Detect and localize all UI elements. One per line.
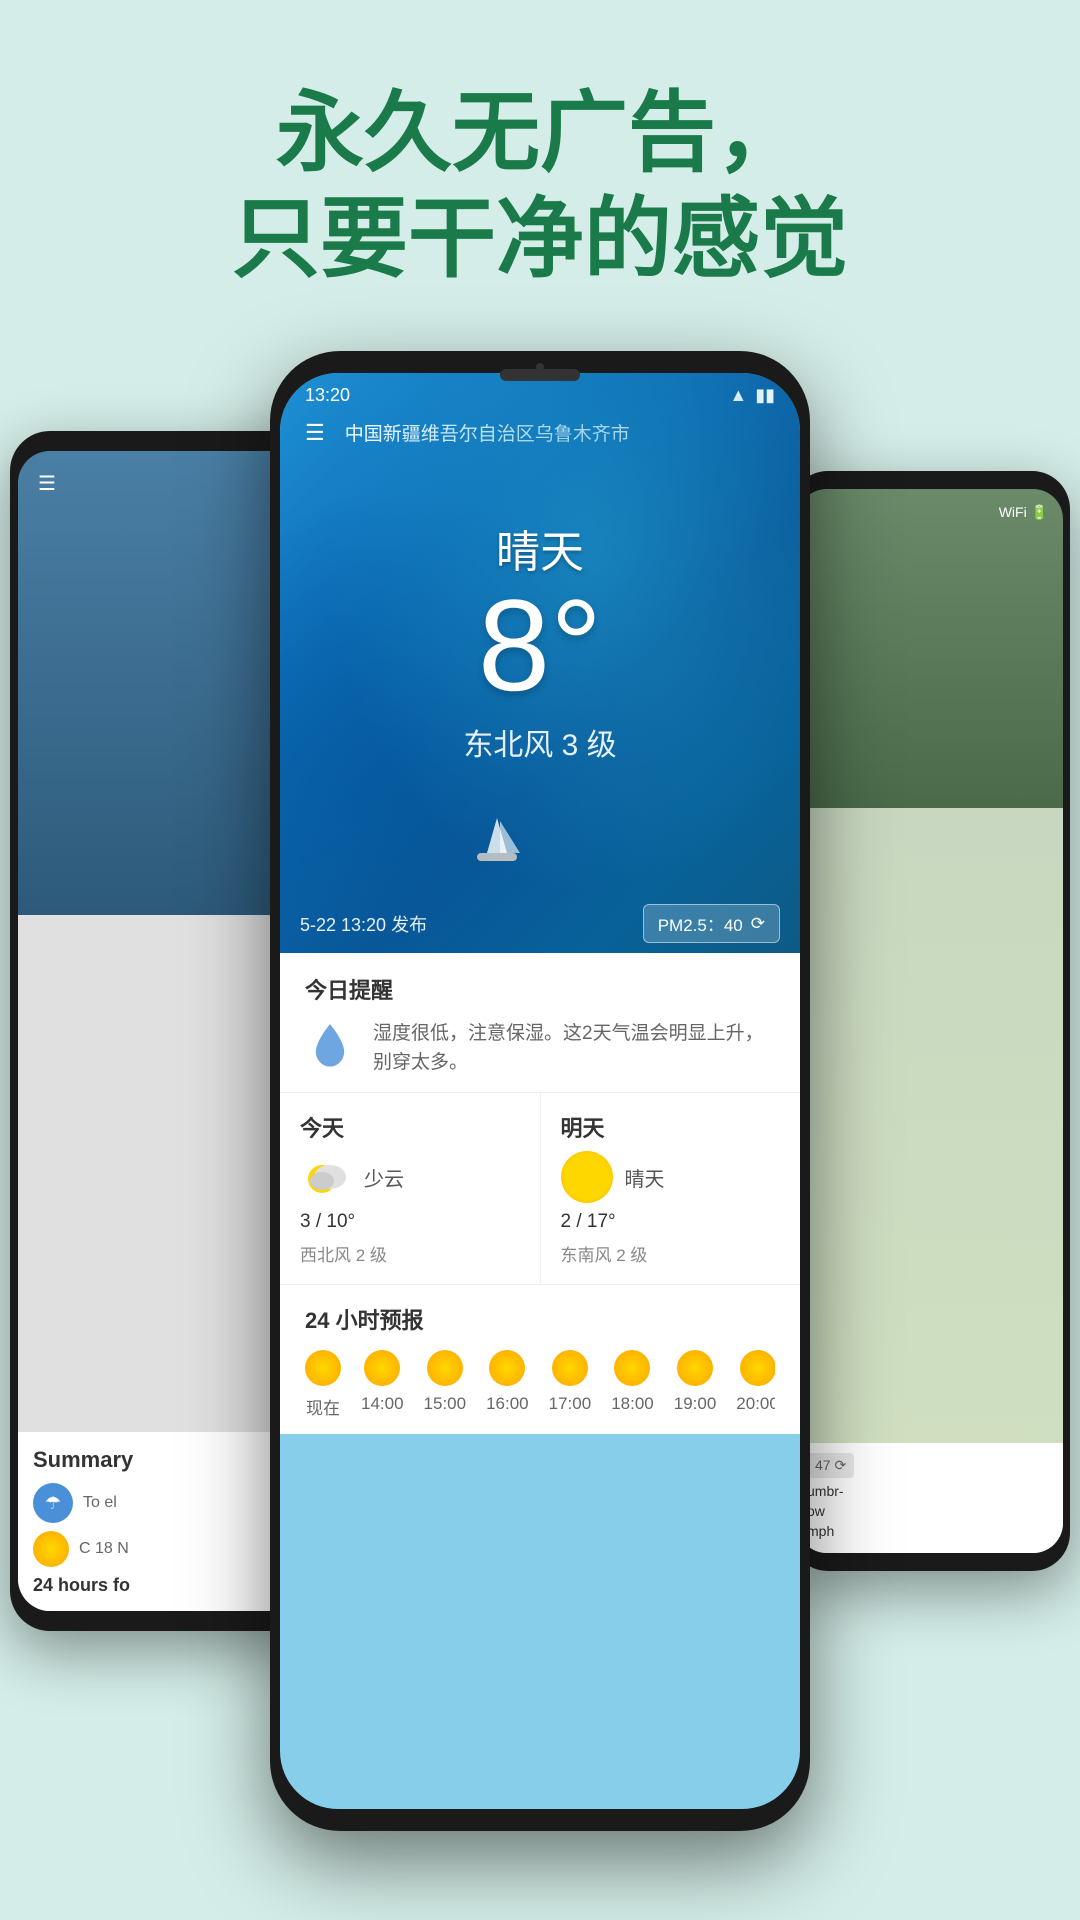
hour-sun-icon-14 [364, 1350, 400, 1386]
phones-container: ☰ Summary ☂ To el C 18 N 24 hours fo WiF… [0, 351, 1080, 1851]
tomorrow-condition: 晴天 [625, 1163, 665, 1192]
hour-item-20: 20:00 [736, 1350, 775, 1419]
weather-content: 晴天 8° 东北风 3 级 [280, 456, 800, 764]
hour-sun-icon [305, 1350, 341, 1386]
pm25-value: PM2.5：40 [658, 911, 743, 936]
left-phone: ☰ Summary ☂ To el C 18 N 24 hours fo [10, 431, 310, 1631]
24h-forecast: 24 小时预报 现在 14:00 15:00 [280, 1285, 800, 1434]
water-drop-icon [305, 1020, 355, 1070]
hour-item-16: 16:00 [486, 1350, 529, 1419]
24h-forecast-title: 24 小时预报 [305, 1303, 775, 1335]
content-area: 今日提醒 湿度很低，注意保湿。这2天气温会明显上升，别穿太多。 今天 [280, 953, 800, 1434]
tomorrow-temp: 2 / 17° [561, 1211, 781, 1233]
headline-line1: 永久无广告， [276, 83, 804, 182]
right-phone-text2: ow [807, 1503, 1053, 1519]
left-phone-item1-text: To el [83, 1494, 117, 1512]
hour-sun-icon-15 [427, 1350, 463, 1386]
hour-item-14: 14:00 [361, 1350, 404, 1419]
hour-label-14: 14:00 [361, 1394, 404, 1414]
hour-item-15: 15:00 [424, 1350, 467, 1419]
hour-sun-icon-20 [740, 1350, 775, 1386]
partly-cloudy-icon [300, 1151, 352, 1203]
publish-time: 5-22 13:20 发布 [300, 911, 427, 937]
hour-item-19: 19:00 [674, 1350, 717, 1419]
hour-label-20: 20:00 [736, 1394, 775, 1414]
tomorrow-forecast: 明天 晴天 2 / 17° 东南风 2 级 [541, 1093, 801, 1284]
sun-icon [561, 1151, 613, 1203]
left-phone-menu-icon: ☰ [38, 471, 56, 496]
refresh-icon[interactable]: ⟳ [751, 914, 765, 934]
right-phone-text3: mph [807, 1523, 1053, 1539]
headline-line2: 只要干净的感觉 [232, 189, 848, 288]
reminder-text: 湿度很低，注意保湿。这2天气温会明显上升，别穿太多。 [373, 1020, 775, 1077]
weather-section: 13:20 ▲ ▮▮ ☰ 中国新疆维吾尔自治区乌鲁木齐市 晴天 8° 东北风 3… [280, 373, 800, 953]
hour-sun-icon-17 [552, 1350, 588, 1386]
forecast-row: 今天 少云 3 / 10° 西北风 2 级 [280, 1093, 800, 1285]
sun-icon-small [33, 1531, 69, 1567]
reminder-content: 湿度很低，注意保湿。这2天气温会明显上升，别穿太多。 [305, 1020, 775, 1077]
right-phone-badge: 47 ⟳ [807, 1453, 854, 1478]
summary-label: Summary [33, 1447, 287, 1473]
today-forecast: 今天 少云 3 / 10° 西北风 2 级 [280, 1093, 541, 1284]
right-phone: WiFi 🔋 47 ⟳ umbr- ow mph [790, 471, 1070, 1571]
hour-label-15: 15:00 [424, 1394, 467, 1414]
left-phone-screen: ☰ Summary ☂ To el C 18 N 24 hours fo [18, 451, 302, 1611]
reminder-title: 今日提醒 [305, 973, 775, 1005]
right-phone-bottom: 47 ⟳ umbr- ow mph [797, 1443, 1063, 1553]
today-temp: 3 / 10° [300, 1211, 520, 1233]
weather-wind: 东北风 3 级 [280, 720, 800, 764]
weather-condition: 晴天 [280, 516, 800, 580]
hour-sun-icon-16 [489, 1350, 525, 1386]
today-label: 今天 [300, 1111, 520, 1143]
phone-camera [536, 363, 544, 371]
right-phone-wifi-icon: WiFi 🔋 [999, 504, 1048, 521]
boat-icon [462, 813, 542, 873]
left-phone-24h-label: 24 hours fo [33, 1575, 287, 1596]
today-condition: 少云 [364, 1163, 404, 1192]
hour-label-17: 17:00 [549, 1394, 592, 1414]
app-header: 永久无广告， 只要干净的感觉 [0, 0, 1080, 351]
tomorrow-wind: 东南风 2 级 [561, 1241, 781, 1266]
hour-item-17: 17:00 [549, 1350, 592, 1419]
right-phone-text1: umbr- [807, 1483, 1053, 1499]
hour-sun-icon-18 [614, 1350, 650, 1386]
tomorrow-icon-wrap: 晴天 [561, 1151, 781, 1203]
hour-label-18: 18:00 [611, 1394, 654, 1414]
left-phone-item2-text: C 18 N [79, 1540, 129, 1558]
hour-sun-icon-19 [677, 1350, 713, 1386]
tomorrow-label: 明天 [561, 1111, 781, 1143]
today-icon-wrap: 少云 [300, 1151, 520, 1203]
hour-label-19: 19:00 [674, 1394, 717, 1414]
weather-temperature: 8° [280, 580, 800, 710]
hour-label-16: 16:00 [486, 1394, 529, 1414]
pm25-badge: PM2.5：40 ⟳ [643, 904, 780, 943]
umbrella-icon: ☂ [33, 1483, 73, 1523]
left-phone-item1: ☂ To el [33, 1483, 287, 1523]
center-phone: 13:20 ▲ ▮▮ ☰ 中国新疆维吾尔自治区乌鲁木齐市 晴天 8° 东北风 3… [270, 351, 810, 1831]
hours-row: 现在 14:00 15:00 16:00 [305, 1350, 775, 1419]
hour-item-now: 现在 [305, 1350, 341, 1419]
badge-value: 47 [815, 1457, 831, 1473]
hour-label-now: 现在 [306, 1394, 340, 1419]
today-reminder: 今日提醒 湿度很低，注意保湿。这2天气温会明显上升，别穿太多。 [280, 953, 800, 1093]
today-wind: 西北风 2 级 [300, 1241, 520, 1266]
right-phone-screen: WiFi 🔋 47 ⟳ umbr- ow mph [797, 489, 1063, 1553]
left-phone-bottom: Summary ☂ To el C 18 N 24 hours fo [18, 1432, 302, 1611]
headline-text: 永久无广告， 只要干净的感觉 [0, 80, 1080, 291]
left-phone-item2: C 18 N [33, 1531, 287, 1567]
center-phone-screen: 13:20 ▲ ▮▮ ☰ 中国新疆维吾尔自治区乌鲁木齐市 晴天 8° 东北风 3… [280, 373, 800, 1809]
weather-footer: 5-22 13:20 发布 PM2.5：40 ⟳ [280, 894, 800, 953]
hour-item-18: 18:00 [611, 1350, 654, 1419]
